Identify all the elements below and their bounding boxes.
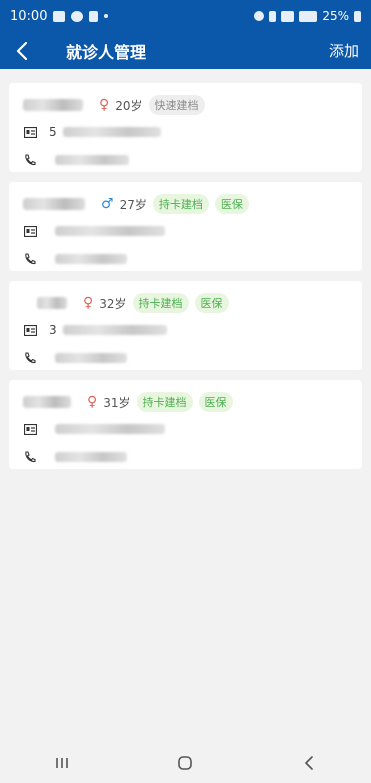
battery-level: 25% (322, 9, 349, 23)
insurance-badge: 医保 (214, 194, 249, 214)
chevron-left-icon (16, 41, 28, 60)
back-button[interactable] (4, 32, 40, 69)
female-icon: ♀ (83, 295, 94, 311)
id-card-icon (23, 224, 37, 238)
insurance-badge: 医保 (194, 293, 229, 313)
patient-card[interactable]: ♂ 27岁 持卡建档 医保 (9, 182, 362, 271)
female-icon: ♀ (87, 394, 98, 410)
patient-age: 27岁 (119, 197, 147, 212)
accessibility-icon (89, 10, 99, 22)
system-back-button[interactable] (289, 748, 329, 778)
battery-icon (354, 10, 361, 22)
phone-icon (23, 153, 37, 167)
male-icon: ♂ (101, 196, 114, 212)
phone-number-redacted (55, 155, 129, 165)
system-nav-bar (0, 743, 371, 783)
status-time: 10:00 (10, 8, 48, 24)
wifi-icon (281, 10, 295, 22)
id-number-redacted (62, 127, 161, 137)
id-number-redacted (55, 226, 165, 236)
status-badge: 快速建档 (148, 95, 205, 115)
status-badge: 持卡建档 (152, 194, 209, 214)
signal-icon (299, 10, 318, 22)
status-badge: 持卡建档 (132, 293, 189, 313)
patient-card[interactable]: ♀ 32岁 持卡建档 医保 3 (9, 281, 362, 370)
id-number-redacted (55, 424, 165, 434)
patient-name-redacted (23, 198, 85, 210)
patient-card[interactable]: ♀ 31岁 持卡建档 医保 (9, 380, 362, 469)
phone-icon (23, 351, 37, 365)
phone-icon (23, 252, 37, 266)
app-header: 就诊人管理 添加 (0, 32, 371, 69)
chevron-left-icon (305, 756, 313, 770)
id-number-prefix: 3 (49, 323, 57, 337)
patient-name-redacted (37, 297, 67, 309)
alarm-icon (254, 11, 265, 21)
patient-name-redacted (23, 396, 71, 408)
recent-apps-icon (56, 758, 68, 768)
phone-number-redacted (55, 254, 127, 264)
phone-icon (23, 450, 37, 464)
patient-age: 32岁 (99, 296, 127, 311)
id-card-icon (23, 422, 37, 436)
gallery-icon (53, 10, 66, 22)
patient-card[interactable]: ♀ 20岁 快速建档 5 (9, 83, 362, 172)
page-title: 就诊人管理 (66, 42, 147, 62)
home-button[interactable] (165, 748, 205, 778)
status-bar: 10:00 25% (0, 0, 371, 32)
recent-apps-button[interactable] (42, 748, 82, 778)
patient-name-redacted (23, 99, 83, 111)
female-icon: ♀ (99, 97, 110, 113)
patient-list: ♀ 20岁 快速建档 5 ♂ 27岁 持卡建档 医保 ♀ 32岁 持卡建档 医保… (9, 83, 362, 479)
id-number-redacted (62, 325, 167, 335)
insurance-badge: 医保 (198, 392, 233, 412)
id-card-icon (23, 323, 37, 337)
more-notifications-icon (104, 14, 109, 18)
phone-number-redacted (55, 353, 127, 363)
id-number-prefix: 5 (49, 125, 57, 139)
patient-age: 20岁 (115, 98, 143, 113)
status-badge: 持卡建档 (136, 392, 193, 412)
phone-number-redacted (55, 452, 127, 462)
id-card-icon (23, 125, 37, 139)
home-icon (178, 756, 193, 770)
patient-age: 31岁 (103, 395, 131, 410)
bluetooth-icon (269, 10, 277, 22)
app-notification-icon (71, 10, 84, 22)
add-patient-button[interactable]: 添加 (329, 40, 359, 61)
